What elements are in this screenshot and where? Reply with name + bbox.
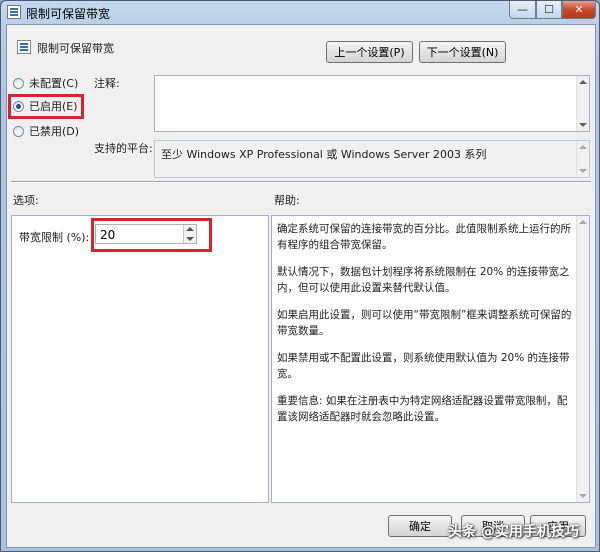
platform-scrollbar[interactable] xyxy=(576,141,589,177)
help-scrollbar[interactable] xyxy=(576,216,589,502)
radio-label: 未配置(C) xyxy=(29,77,79,90)
close-button[interactable]: ✕ xyxy=(562,1,596,19)
comment-textarea[interactable] xyxy=(154,75,590,132)
red-highlight-enabled xyxy=(8,94,84,119)
radio-button[interactable] xyxy=(13,77,24,89)
previous-setting-button[interactable]: 上一个设置(P) xyxy=(326,41,413,63)
scroll-up-icon[interactable] xyxy=(579,220,587,224)
help-paragraph: 如果禁用或不配置此设置，则系统使用默认值为 20% 的连接带宽。 xyxy=(277,352,570,380)
radio-not-configured[interactable]: 未配置(C) xyxy=(13,75,78,91)
platform-field: 至少 Windows XP Professional 或 Windows Ser… xyxy=(154,140,590,178)
comment-scrollbar[interactable] xyxy=(576,76,589,131)
scroll-down-icon[interactable] xyxy=(579,169,587,173)
options-panel: 带宽限制 (%): 20 xyxy=(11,215,269,503)
ok-button[interactable]: 确定 xyxy=(388,515,452,537)
help-paragraph: 如果启用此设置，则可以使用“带宽限制”框来调整系统可保留的带宽数量。 xyxy=(277,309,572,337)
options-section-label: 选项: xyxy=(13,194,39,207)
help-panel: 确定系统可保留的连接带宽的百分比。此值限制系统上运行的所有程序的组合带宽保留。 … xyxy=(271,215,590,503)
scroll-up-icon[interactable] xyxy=(579,145,587,149)
scroll-down-icon[interactable] xyxy=(579,494,587,498)
platform-value: 至少 Windows XP Professional 或 Windows Ser… xyxy=(161,148,487,161)
help-section-label: 帮助: xyxy=(274,194,300,207)
minimize-button[interactable]: — xyxy=(509,1,536,19)
bandwidth-limit-label: 带宽限制 (%): xyxy=(19,231,90,244)
watermark: 头条 @实用手机技巧 xyxy=(448,524,579,540)
window-title: 限制可保留带宽 xyxy=(26,7,111,21)
radio-disabled[interactable]: 已禁用(D) xyxy=(13,123,79,139)
title-bar[interactable]: 限制可保留带宽 — ☐ ✕ xyxy=(1,1,599,23)
maximize-button[interactable]: ☐ xyxy=(536,1,562,19)
help-paragraph: 重要信息: 如果在注册表中为特定网络适配器设置带宽限制，配置该网络适配器时就会忽… xyxy=(277,395,568,423)
setting-title: 限制可保留带宽 xyxy=(37,42,114,55)
radio-label: 已禁用(D) xyxy=(29,125,80,138)
radio-button[interactable] xyxy=(13,125,24,137)
scroll-down-icon[interactable] xyxy=(579,123,587,127)
dialog-client-area: 限制可保留带宽 上一个设置(P) 下一个设置(N) 未配置(C) 已启用(E) … xyxy=(6,24,596,548)
comment-label: 注释: xyxy=(94,77,120,90)
setting-icon xyxy=(17,40,31,54)
red-highlight-bandwidth xyxy=(91,218,212,252)
help-paragraph: 确定系统可保留的连接带宽的百分比。此值限制系统上运行的所有程序的组合带宽保留。 xyxy=(277,223,571,251)
next-setting-button[interactable]: 下一个设置(N) xyxy=(419,41,506,63)
platform-label: 支持的平台: xyxy=(94,142,153,155)
policy-icon xyxy=(7,5,21,19)
section-divider xyxy=(11,181,591,183)
dialog-window: 限制可保留带宽 — ☐ ✕ 限制可保留带宽 上一个设置(P) 下一个设置(N) … xyxy=(0,0,600,552)
help-text: 确定系统可保留的连接带宽的百分比。此值限制系统上运行的所有程序的组合带宽保留。 … xyxy=(277,221,573,436)
scroll-up-icon[interactable] xyxy=(579,80,587,84)
help-paragraph: 默认情况下，数据包计划程序将系统限制在 20% 的连接带宽之内，但可以使用此设置… xyxy=(277,266,570,294)
